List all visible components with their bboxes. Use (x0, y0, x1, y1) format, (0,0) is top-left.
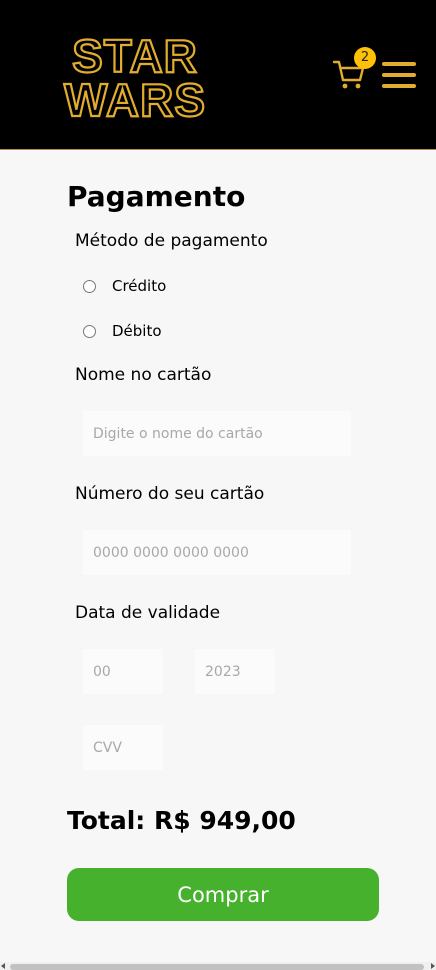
scroll-right-icon[interactable] (431, 963, 435, 969)
star-wars-logo[interactable]: STAR WARS (38, 32, 232, 120)
scroll-left-icon[interactable] (1, 963, 5, 969)
buy-button[interactable]: Comprar (67, 868, 379, 921)
cart-count-badge: 2 (354, 47, 376, 69)
radio-credito[interactable]: Crédito (83, 277, 166, 295)
radio-label: Crédito (112, 277, 167, 295)
order-total: Total: R$ 949,00 (67, 806, 296, 835)
scrollbar-thumb[interactable] (10, 964, 424, 970)
card-number-input[interactable] (83, 530, 351, 575)
horizontal-scrollbar[interactable] (0, 962, 436, 970)
payment-method-label: Método de pagamento (75, 231, 268, 251)
page-title: Pagamento (67, 180, 246, 213)
card-number-label: Número do seu cartão (75, 484, 265, 504)
cvv-input[interactable] (83, 725, 163, 770)
site-header: STAR WARS 2 (0, 0, 436, 150)
radio-label: Débito (112, 322, 162, 340)
card-name-label: Nome no cartão (75, 365, 212, 385)
radio-debito[interactable]: Débito (83, 322, 162, 340)
radio-button[interactable] (83, 324, 96, 338)
svg-text:WARS: WARS (64, 74, 206, 120)
hamburger-menu-icon[interactable] (382, 62, 416, 88)
expiry-year-input[interactable] (195, 649, 275, 694)
radio-button[interactable] (83, 279, 96, 293)
card-name-input[interactable] (83, 411, 351, 456)
expiry-month-input[interactable] (83, 649, 163, 694)
expiry-label: Data de validade (75, 603, 221, 623)
